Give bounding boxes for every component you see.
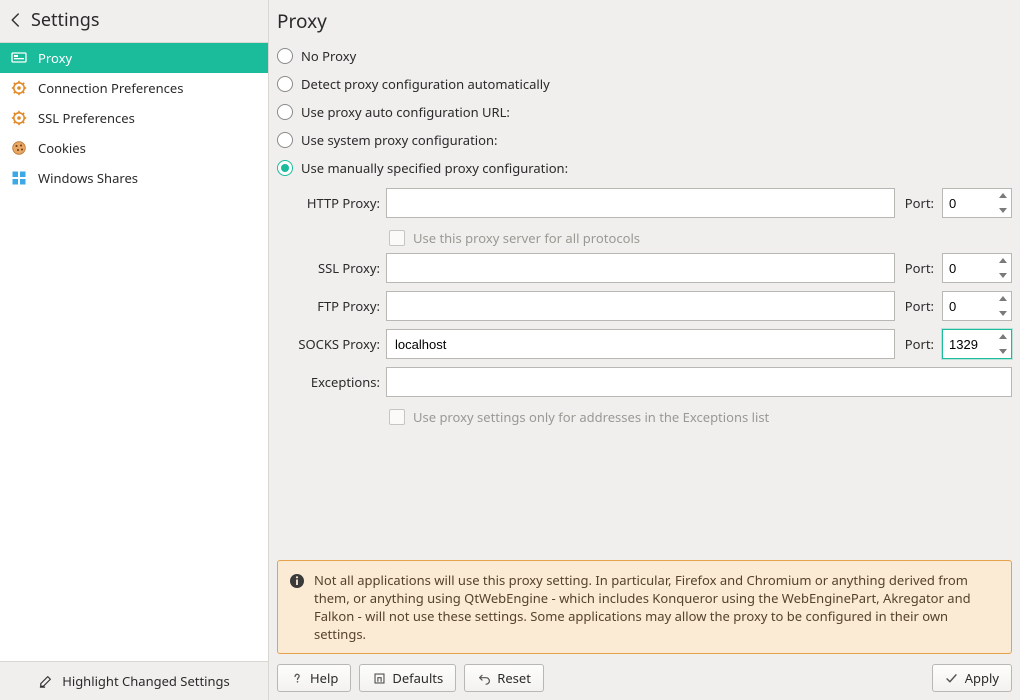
sidebar-item-label: Cookies xyxy=(38,139,86,157)
checkbox-label: Use this proxy server for all protocols xyxy=(413,229,640,247)
ssl-proxy-label: SSL Proxy: xyxy=(277,259,380,277)
ftp-port-spinner xyxy=(942,291,1012,321)
ssl-port-spinner xyxy=(942,253,1012,283)
socks-proxy-label: SOCKS Proxy: xyxy=(277,335,380,353)
sidebar-item-label: SSL Preferences xyxy=(38,109,135,127)
shares-icon xyxy=(10,169,28,187)
radio-detect-auto[interactable]: Detect proxy configuration automatically xyxy=(277,70,1012,98)
radio-icon xyxy=(277,76,293,92)
checkbox-icon xyxy=(389,230,405,246)
socks-proxy-row: SOCKS Proxy: Port: xyxy=(277,329,1012,359)
spinner-down-icon[interactable] xyxy=(996,205,1010,216)
info-icon xyxy=(289,573,305,589)
defaults-button[interactable]: Defaults xyxy=(359,664,456,692)
socks-proxy-input[interactable] xyxy=(386,329,895,359)
gear-icon xyxy=(10,109,28,127)
exceptions-input[interactable] xyxy=(386,367,1012,397)
spinner-down-icon[interactable] xyxy=(996,346,1010,357)
radio-icon xyxy=(277,48,293,64)
gear-icon xyxy=(10,79,28,97)
spinner-down-icon[interactable] xyxy=(996,270,1010,281)
sidebar-item-windows-shares[interactable]: Windows Shares xyxy=(0,163,268,193)
main-panel: Proxy No Proxy Detect proxy configuratio… xyxy=(269,0,1020,700)
cookie-icon xyxy=(10,139,28,157)
reset-button[interactable]: Reset xyxy=(464,664,544,692)
help-button[interactable]: Help xyxy=(277,664,351,692)
exceptions-only-checkbox-row[interactable]: Use proxy settings only for addresses in… xyxy=(277,405,1012,432)
button-label: Apply xyxy=(965,669,999,687)
info-message: Not all applications will use this proxy… xyxy=(277,560,1012,654)
sidebar-item-cookies[interactable]: Cookies xyxy=(0,133,268,163)
http-port-spinner xyxy=(942,188,1012,218)
button-label: Reset xyxy=(497,669,531,687)
button-label: Defaults xyxy=(392,669,443,687)
highlight-changed-settings-button[interactable]: Highlight Changed Settings xyxy=(0,662,268,700)
radio-pac-url[interactable]: Use proxy auto configuration URL: xyxy=(277,98,1012,126)
exceptions-label: Exceptions: xyxy=(277,373,380,391)
undo-icon xyxy=(477,671,491,685)
back-arrow-icon[interactable] xyxy=(7,11,25,29)
spinner-up-icon[interactable] xyxy=(996,331,1010,342)
radio-label: Use manually specified proxy configurati… xyxy=(301,159,568,177)
sidebar-item-proxy[interactable]: Proxy xyxy=(0,43,268,73)
http-proxy-label: HTTP Proxy: xyxy=(277,194,380,212)
sidebar-item-ssl-preferences[interactable]: SSL Preferences xyxy=(0,103,268,133)
exceptions-row: Exceptions: xyxy=(277,367,1012,397)
http-proxy-row: HTTP Proxy: Port: xyxy=(277,188,1012,218)
sidebar-item-label: Connection Preferences xyxy=(38,79,183,97)
checkbox-label: Use proxy settings only for addresses in… xyxy=(413,408,769,426)
check-icon xyxy=(945,671,959,685)
radio-manual-proxy[interactable]: Use manually specified proxy configurati… xyxy=(277,154,1012,182)
sidebar-header: Settings xyxy=(0,0,268,42)
ftp-proxy-row: FTP Proxy: Port: xyxy=(277,291,1012,321)
help-icon xyxy=(290,671,304,685)
http-port-label: Port: xyxy=(901,194,936,212)
radio-icon xyxy=(277,104,293,120)
socks-port-spinner xyxy=(942,329,1012,359)
all-protocols-checkbox-row[interactable]: Use this proxy server for all protocols xyxy=(277,226,1012,253)
sidebar-item-connection-preferences[interactable]: Connection Preferences xyxy=(0,73,268,103)
checkbox-icon xyxy=(389,409,405,425)
button-row: Help Defaults Reset xyxy=(277,654,1012,692)
spinner-down-icon[interactable] xyxy=(996,308,1010,319)
spinner-up-icon[interactable] xyxy=(996,293,1010,304)
radio-label: Use system proxy configuration: xyxy=(301,131,498,149)
apply-button[interactable]: Apply xyxy=(932,664,1012,692)
sidebar-item-label: Windows Shares xyxy=(38,169,138,187)
radio-label: Use proxy auto configuration URL: xyxy=(301,103,510,121)
sidebar: Settings Proxy Connection Preferences SS… xyxy=(0,0,269,700)
spinner-up-icon[interactable] xyxy=(996,255,1010,266)
sidebar-title: Settings xyxy=(31,8,100,32)
highlight-label: Highlight Changed Settings xyxy=(62,672,230,690)
ftp-proxy-label: FTP Proxy: xyxy=(277,297,380,315)
ftp-proxy-input[interactable] xyxy=(386,291,895,321)
spinner-up-icon[interactable] xyxy=(996,190,1010,201)
network-icon xyxy=(10,49,28,67)
ssl-proxy-input[interactable] xyxy=(386,253,895,283)
highlight-icon xyxy=(38,673,54,689)
radio-icon xyxy=(277,132,293,148)
radio-system-proxy[interactable]: Use system proxy configuration: xyxy=(277,126,1012,154)
http-proxy-input[interactable] xyxy=(386,188,895,218)
ssl-proxy-row: SSL Proxy: Port: xyxy=(277,253,1012,283)
socks-port-label: Port: xyxy=(901,335,936,353)
ftp-port-label: Port: xyxy=(901,297,936,315)
button-label: Help xyxy=(310,669,338,687)
radio-label: No Proxy xyxy=(301,47,356,65)
defaults-icon xyxy=(372,671,386,685)
radio-icon xyxy=(277,160,293,176)
radio-no-proxy[interactable]: No Proxy xyxy=(277,42,1012,70)
content-area: No Proxy Detect proxy configuration auto… xyxy=(277,42,1012,692)
sidebar-list: Proxy Connection Preferences SSL Prefere… xyxy=(0,42,268,662)
info-text: Not all applications will use this proxy… xyxy=(314,571,971,643)
page-title: Proxy xyxy=(277,6,1012,42)
proxy-form: HTTP Proxy: Port: Use this proxy server … xyxy=(277,182,1012,432)
radio-label: Detect proxy configuration automatically xyxy=(301,75,550,93)
sidebar-item-label: Proxy xyxy=(38,49,72,67)
ssl-port-label: Port: xyxy=(901,259,936,277)
